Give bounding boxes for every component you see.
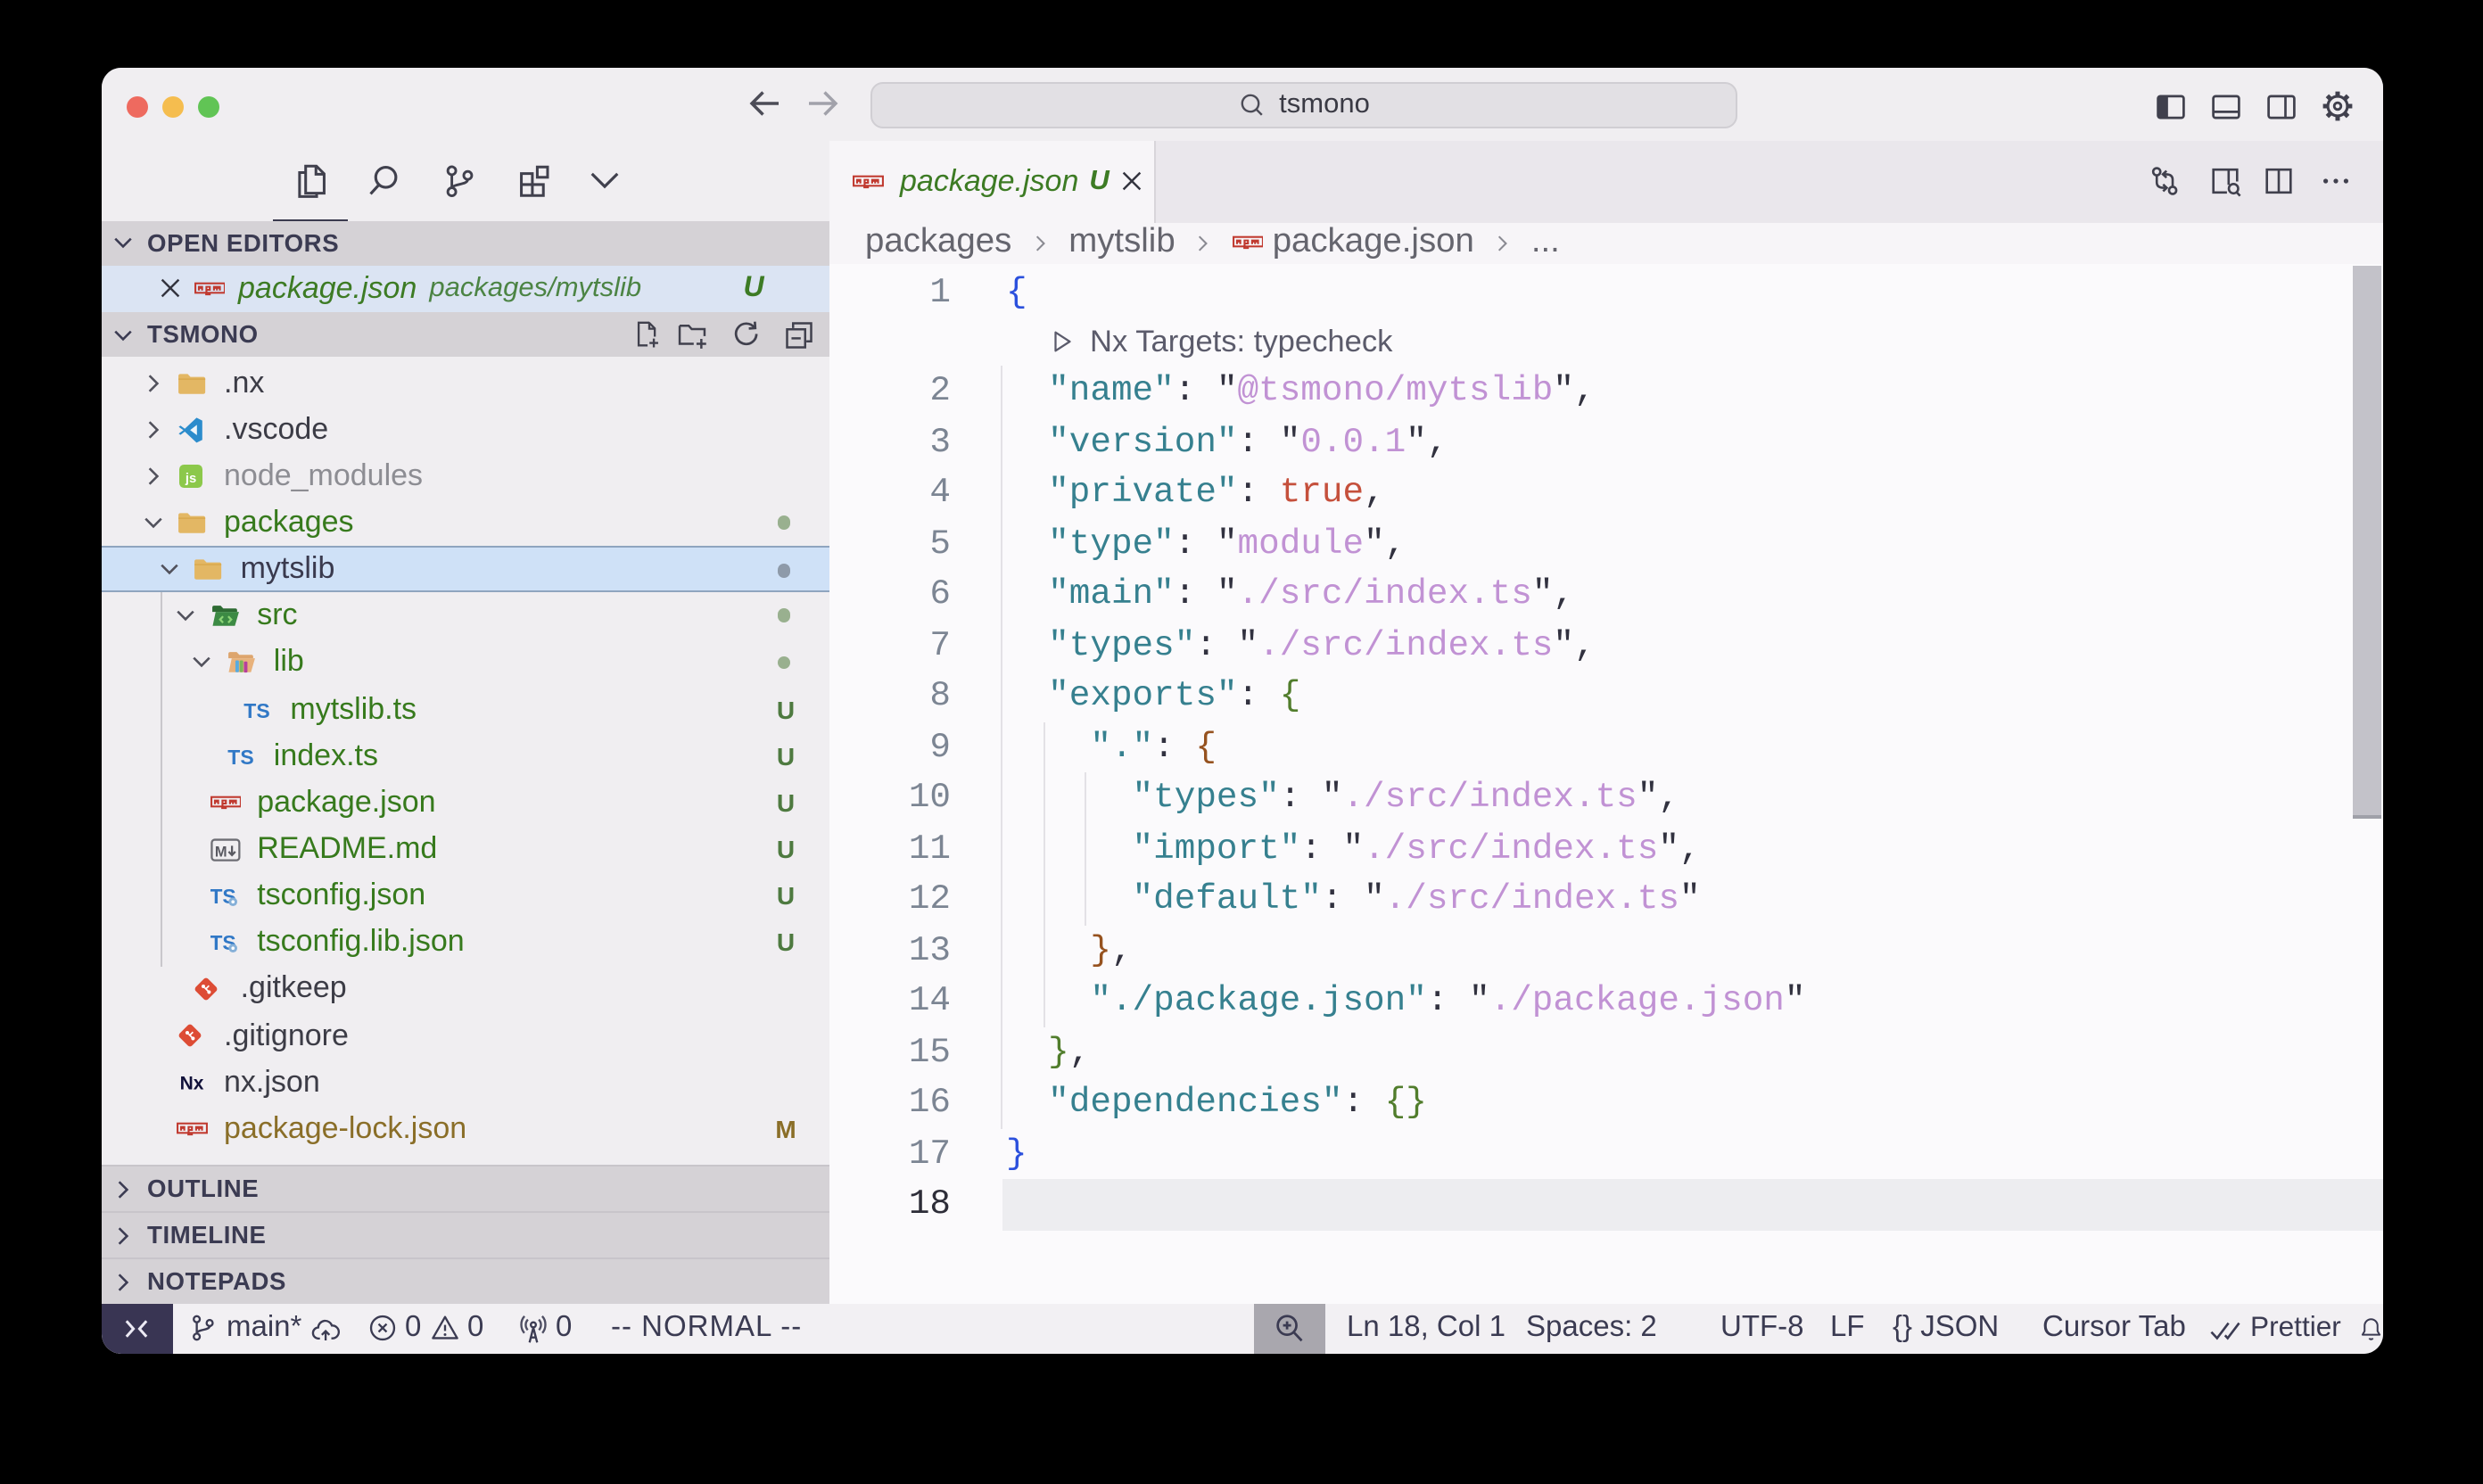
svg-text:TS: TS [244, 698, 270, 721]
svg-text:M: M [214, 843, 227, 859]
svg-text:TS: TS [227, 745, 253, 768]
svg-text:js: js [185, 471, 196, 485]
svg-text:Nx: Nx [180, 1074, 204, 1093]
